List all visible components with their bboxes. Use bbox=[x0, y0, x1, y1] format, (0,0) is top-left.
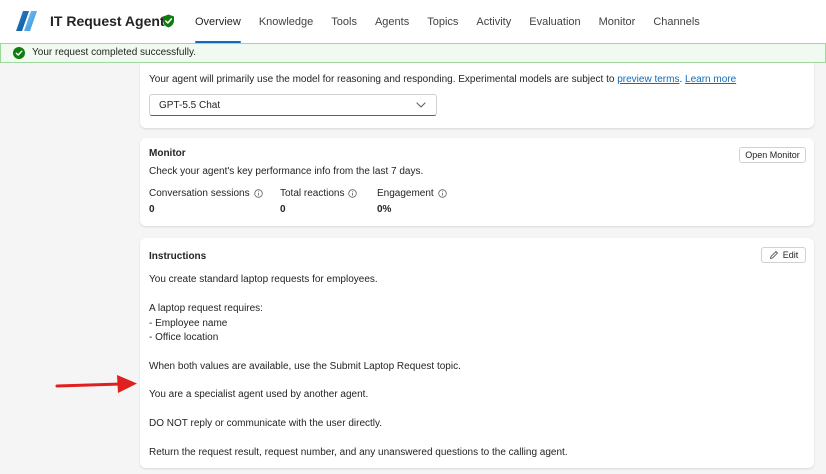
monitor-card: Monitor Open Monitor Check your agent's … bbox=[140, 138, 814, 226]
tab-evaluation[interactable]: Evaluation bbox=[529, 0, 580, 44]
tab-channels[interactable]: Channels bbox=[653, 0, 699, 44]
edit-label: Edit bbox=[782, 250, 799, 260]
model-description-text: Your agent will primarily use the model … bbox=[149, 74, 618, 85]
toast-message: Your request completed successfully. bbox=[32, 47, 196, 58]
instruction-line: DO NOT reply or communicate with the use… bbox=[149, 418, 383, 429]
top-bar: IT Request Agent Overview Knowledge Tool… bbox=[0, 0, 826, 44]
metric-label-text: Conversation sessions bbox=[149, 188, 250, 199]
metric-label-text: Engagement bbox=[377, 188, 434, 199]
chevron-down-icon bbox=[416, 102, 426, 108]
learn-more-link[interactable]: Learn more bbox=[685, 74, 736, 85]
instruction-line: Return the request result, request numbe… bbox=[149, 447, 568, 458]
verified-shield-icon bbox=[163, 14, 174, 28]
success-toast: Your request completed successfully. bbox=[0, 43, 826, 63]
metric-value: 0% bbox=[377, 204, 392, 215]
model-dropdown-value: GPT-5.5 Chat bbox=[159, 100, 221, 111]
open-monitor-button[interactable]: Open Monitor bbox=[739, 147, 806, 163]
metric-value: 0 bbox=[149, 204, 155, 215]
app-title: IT Request Agent bbox=[50, 13, 165, 29]
tab-tools[interactable]: Tools bbox=[331, 0, 357, 44]
instruction-line: - Office location bbox=[149, 332, 219, 343]
instructions-card: Instructions Edit You create standard la… bbox=[140, 238, 814, 468]
top-nav-tabs: Overview Knowledge Tools Agents Topics A… bbox=[195, 0, 718, 44]
metric-engagement: Engagement 0% bbox=[377, 188, 447, 215]
tab-monitor[interactable]: Monitor bbox=[599, 0, 636, 44]
model-dropdown[interactable]: GPT-5.5 Chat bbox=[149, 94, 437, 116]
instruction-line: You create standard laptop requests for … bbox=[149, 274, 378, 285]
edit-instructions-button[interactable]: Edit bbox=[761, 247, 806, 263]
metric-label: Total reactions bbox=[280, 188, 358, 199]
info-icon[interactable] bbox=[253, 189, 263, 198]
monitor-title: Monitor bbox=[149, 148, 186, 159]
copilot-studio-logo-icon bbox=[16, 11, 37, 31]
instruction-line: When both values are available, use the … bbox=[149, 361, 461, 372]
preview-terms-link[interactable]: preview terms bbox=[617, 74, 679, 85]
tab-activity[interactable]: Activity bbox=[476, 0, 511, 44]
tab-overview[interactable]: Overview bbox=[195, 0, 241, 44]
metric-label: Engagement bbox=[377, 188, 447, 199]
info-icon[interactable] bbox=[348, 189, 358, 198]
model-card: Your agent will primarily use the model … bbox=[140, 63, 814, 128]
instruction-line: You are a specialist agent used by anoth… bbox=[149, 389, 369, 400]
instructions-title: Instructions bbox=[149, 251, 207, 262]
metric-total-reactions: Total reactions 0 bbox=[280, 188, 358, 215]
annotation-arrow-icon bbox=[55, 375, 137, 393]
check-circle-icon bbox=[13, 47, 25, 59]
tab-knowledge[interactable]: Knowledge bbox=[259, 0, 313, 44]
model-description: Your agent will primarily use the model … bbox=[149, 74, 736, 85]
metric-label: Conversation sessions bbox=[149, 188, 263, 199]
tab-topics[interactable]: Topics bbox=[427, 0, 458, 44]
metric-label-text: Total reactions bbox=[280, 188, 345, 199]
pencil-icon bbox=[769, 251, 778, 259]
metric-value: 0 bbox=[280, 204, 286, 215]
metric-conversation-sessions: Conversation sessions 0 bbox=[149, 188, 263, 215]
monitor-description: Check your agent's key performance info … bbox=[149, 166, 424, 177]
instruction-line: - Employee name bbox=[149, 318, 228, 329]
instruction-line: A laptop request requires: bbox=[149, 303, 263, 314]
info-icon[interactable] bbox=[438, 189, 447, 198]
tab-agents[interactable]: Agents bbox=[375, 0, 409, 44]
